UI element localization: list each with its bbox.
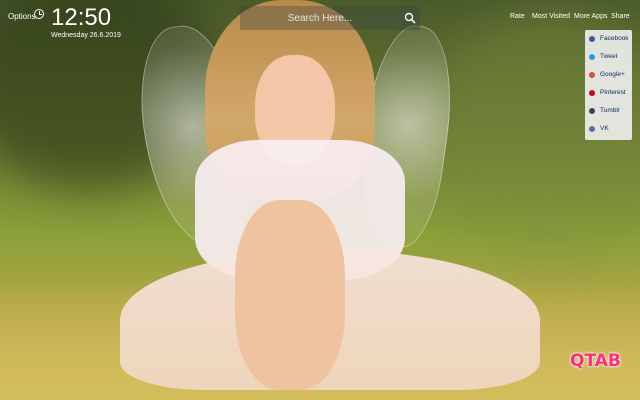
share-item-label: Pinterest [600, 89, 626, 96]
twitter-icon [589, 54, 595, 60]
share-item-label: Tumblr [600, 107, 620, 114]
search-icon [404, 12, 416, 24]
vk-icon [589, 126, 595, 132]
clock-time: 12:50 [51, 4, 112, 31]
more-apps-link[interactable]: More Apps [574, 13, 607, 20]
clock-date: Wednesday 26.6.2019 [51, 32, 121, 39]
background-wallpaper [0, 0, 640, 400]
search-button[interactable] [400, 6, 420, 30]
share-item-google-plus[interactable]: Google+ [589, 70, 631, 81]
share-item-label: Facebook [600, 35, 629, 42]
clock-icon [34, 9, 44, 19]
share-item-facebook[interactable]: Facebook [589, 34, 631, 45]
share-dropdown: Facebook Tweet Google+ Pinterest Tumblr … [585, 30, 632, 140]
facebook-icon [589, 36, 595, 42]
rate-link[interactable]: Rate [510, 13, 525, 20]
share-item-label: VK [600, 125, 609, 132]
google-plus-icon [589, 72, 595, 78]
share-item-tweet[interactable]: Tweet [589, 52, 631, 63]
brand-logo: QTAB [570, 351, 621, 371]
girl-legs [235, 200, 345, 390]
share-link[interactable]: Share [611, 13, 630, 20]
share-item-label: Tweet [600, 53, 618, 60]
pinterest-icon [589, 90, 595, 96]
search-input[interactable] [240, 6, 400, 30]
tumblr-icon [589, 108, 595, 114]
share-item-tumblr[interactable]: Tumblr [589, 106, 631, 117]
top-bar: Options 12:50 Wednesday 26.6.2019 Rate M… [0, 0, 640, 40]
share-item-pinterest[interactable]: Pinterest [589, 88, 631, 99]
search-box [240, 6, 420, 30]
share-item-label: Google+ [600, 71, 625, 78]
share-item-vk[interactable]: VK [589, 124, 631, 135]
most-visited-link[interactable]: Most Visited [532, 13, 570, 20]
options-button[interactable]: Options [8, 12, 36, 21]
